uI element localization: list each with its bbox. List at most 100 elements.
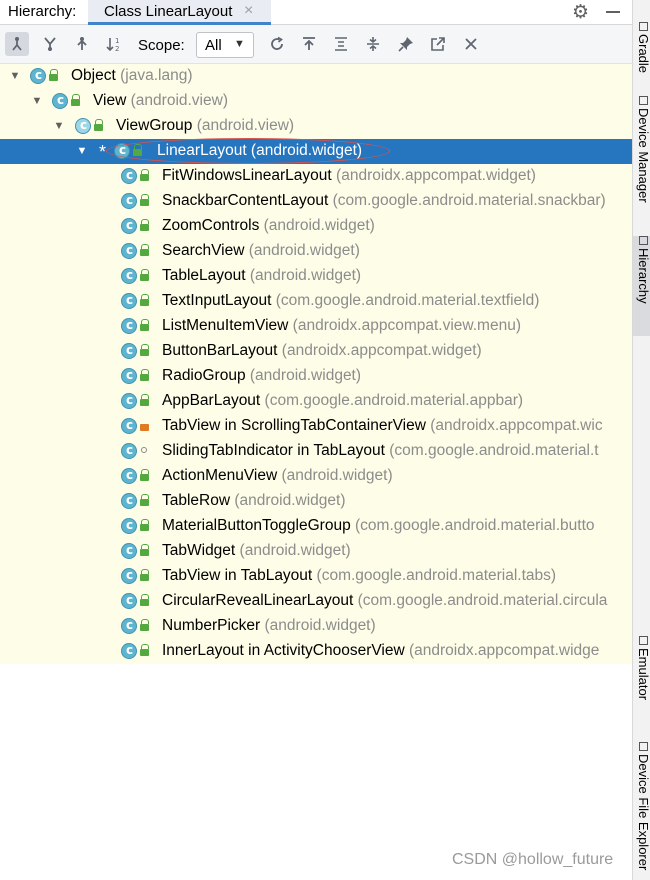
tree-row[interactable]: ZoomControls (android.widget) (0, 214, 632, 239)
lock-body-icon (140, 524, 149, 531)
class-name: TabView in TabLayout (com.google.android… (162, 567, 556, 585)
class-icon (114, 143, 130, 159)
subtypes-hierarchy-icon[interactable] (5, 32, 29, 56)
tree-row[interactable]: ▼ ViewGroup (android.view) (0, 114, 632, 139)
class-name-text: NumberPicker (162, 617, 261, 634)
right-tool-strip: Gradle Device Manager Hierarchy Emulator… (632, 0, 650, 880)
class-icon (121, 593, 137, 609)
expand-arrow-icon[interactable]: ▼ (75, 144, 89, 158)
tree-row[interactable]: TabView in ScrollingTabContainerView (an… (0, 414, 632, 439)
tree-row[interactable]: ▼ Object (java.lang) (0, 64, 632, 89)
tree-row[interactable]: ▼ View (android.view) (0, 89, 632, 114)
class-icon (121, 643, 137, 659)
class-icon (121, 518, 137, 534)
tab-class-linearlayout[interactable]: Class LinearLayout × (88, 0, 271, 25)
tree-row[interactable]: AppBarLayout (com.google.android.materia… (0, 389, 632, 414)
class-hierarchy-icon[interactable] (70, 32, 94, 56)
svg-text:2: 2 (115, 45, 119, 52)
class-icon (121, 243, 137, 259)
tree-row[interactable]: ActionMenuView (android.widget) (0, 464, 632, 489)
package-name: (androidx.appcompat.wic (425, 417, 603, 434)
class-name: CircularRevealLinearLayout (com.google.a… (162, 592, 607, 610)
class-icon (121, 293, 137, 309)
tree-row[interactable]: SearchView (android.widget) (0, 239, 632, 264)
tree-row[interactable]: MaterialButtonToggleGroup (com.google.an… (0, 514, 632, 539)
tree-row[interactable]: ▼ * LinearLayout (android.widget) (0, 139, 632, 164)
class-icon (121, 543, 137, 559)
class-name-text: ZoomControls (162, 217, 260, 234)
lock-body-icon (140, 474, 149, 481)
minimize-icon[interactable] (606, 11, 620, 13)
lock-body-icon (140, 299, 149, 306)
class-icon (121, 468, 137, 484)
compress-icon[interactable] (361, 32, 385, 56)
tree-row[interactable]: RadioGroup (android.widget) (0, 364, 632, 389)
scope-select[interactable]: All ▼ (196, 32, 254, 58)
close-icon[interactable] (459, 32, 483, 56)
class-name-text: View (93, 92, 127, 109)
package-name: (androidx.appcompat.widge (404, 642, 600, 659)
tree-row[interactable]: CircularRevealLinearLayout (com.google.a… (0, 589, 632, 614)
tab-close-icon[interactable]: × (244, 2, 253, 20)
hierarchy-toolbar: 12 Scope: All ▼ (0, 25, 632, 64)
side-tab-gradle[interactable]: Gradle (633, 22, 650, 73)
tree-row[interactable]: FitWindowsLinearLayout (androidx.appcomp… (0, 164, 632, 189)
expand-arrow-icon[interactable]: ▼ (30, 94, 44, 108)
lock-body-icon (140, 249, 149, 256)
class-name: TableRow (android.widget) (162, 492, 346, 510)
class-name: AppBarLayout (com.google.android.materia… (162, 392, 523, 410)
side-tab-device-manager[interactable]: Device Manager (633, 96, 650, 203)
tree-row[interactable]: ListMenuItemView (androidx.appcompat.vie… (0, 314, 632, 339)
package-name: (android.widget) (245, 267, 362, 284)
class-name-text: SlidingTabIndicator in TabLayout (162, 442, 385, 459)
expand-arrow-icon[interactable]: ▼ (8, 69, 22, 83)
current-class-marker: * (99, 142, 107, 162)
tree-row[interactable]: TableRow (android.widget) (0, 489, 632, 514)
class-name-text: TabWidget (162, 542, 236, 559)
expand-all-icon[interactable] (297, 32, 321, 56)
pin-icon[interactable] (394, 32, 418, 56)
class-icon (121, 343, 137, 359)
tree-row[interactable]: TabView in TabLayout (com.google.android… (0, 564, 632, 589)
hierarchy-label: Hierarchy: (8, 3, 77, 20)
class-icon (121, 493, 137, 509)
class-name: SlidingTabIndicator in TabLayout (com.go… (162, 442, 599, 460)
class-name: TextInputLayout (com.google.android.mate… (162, 292, 539, 310)
sort-alphabetically-icon[interactable]: 12 (103, 32, 127, 56)
lock-body-icon (140, 174, 149, 181)
lock-body-icon (140, 199, 149, 206)
tree-row[interactable]: TextInputLayout (com.google.android.mate… (0, 289, 632, 314)
lock-body-icon (140, 399, 149, 406)
expand-arrow-icon[interactable]: ▼ (52, 119, 66, 133)
class-name-text: Object (71, 67, 116, 84)
class-name-text: CircularRevealLinearLayout (162, 592, 354, 609)
side-tab-device-file-explorer[interactable]: Device File Explorer (633, 742, 650, 870)
tree-row[interactable]: TableLayout (android.widget) (0, 264, 632, 289)
lock-body-icon (140, 599, 149, 606)
side-tab-label: Device Manager (636, 108, 650, 203)
class-name: SearchView (android.widget) (162, 242, 360, 260)
class-name-text: SnackbarContentLayout (162, 192, 329, 209)
tree-row[interactable]: TabWidget (android.widget) (0, 539, 632, 564)
gradle-icon (638, 22, 648, 31)
tree-row[interactable]: InnerLayout in ActivityChooserView (andr… (0, 639, 632, 664)
class-name: NumberPicker (android.widget) (162, 617, 376, 635)
package-name: (java.lang) (115, 67, 193, 84)
class-icon (121, 168, 137, 184)
tree-row[interactable]: NumberPicker (android.widget) (0, 614, 632, 639)
class-name: InnerLayout in ActivityChooserView (andr… (162, 642, 599, 660)
supertypes-hierarchy-icon[interactable] (38, 32, 62, 56)
lock-body-icon (140, 324, 149, 331)
tree-row[interactable]: ButtonBarLayout (androidx.appcompat.widg… (0, 339, 632, 364)
side-tab-hierarchy[interactable]: Hierarchy (633, 236, 650, 336)
tree-row[interactable]: SnackbarContentLayout (com.google.androi… (0, 189, 632, 214)
gear-icon[interactable]: ⚙ (572, 1, 589, 24)
side-tab-emulator[interactable]: Emulator (633, 636, 650, 700)
export-icon[interactable] (426, 32, 450, 56)
collapse-all-icon[interactable] (329, 32, 353, 56)
refresh-icon[interactable] (265, 32, 289, 56)
tree-row[interactable]: SlidingTabIndicator in TabLayout (com.go… (0, 439, 632, 464)
class-icon (121, 418, 137, 434)
class-name: TableLayout (android.widget) (162, 267, 361, 285)
class-name-text: TabView in ScrollingTabContainerView (162, 417, 426, 434)
